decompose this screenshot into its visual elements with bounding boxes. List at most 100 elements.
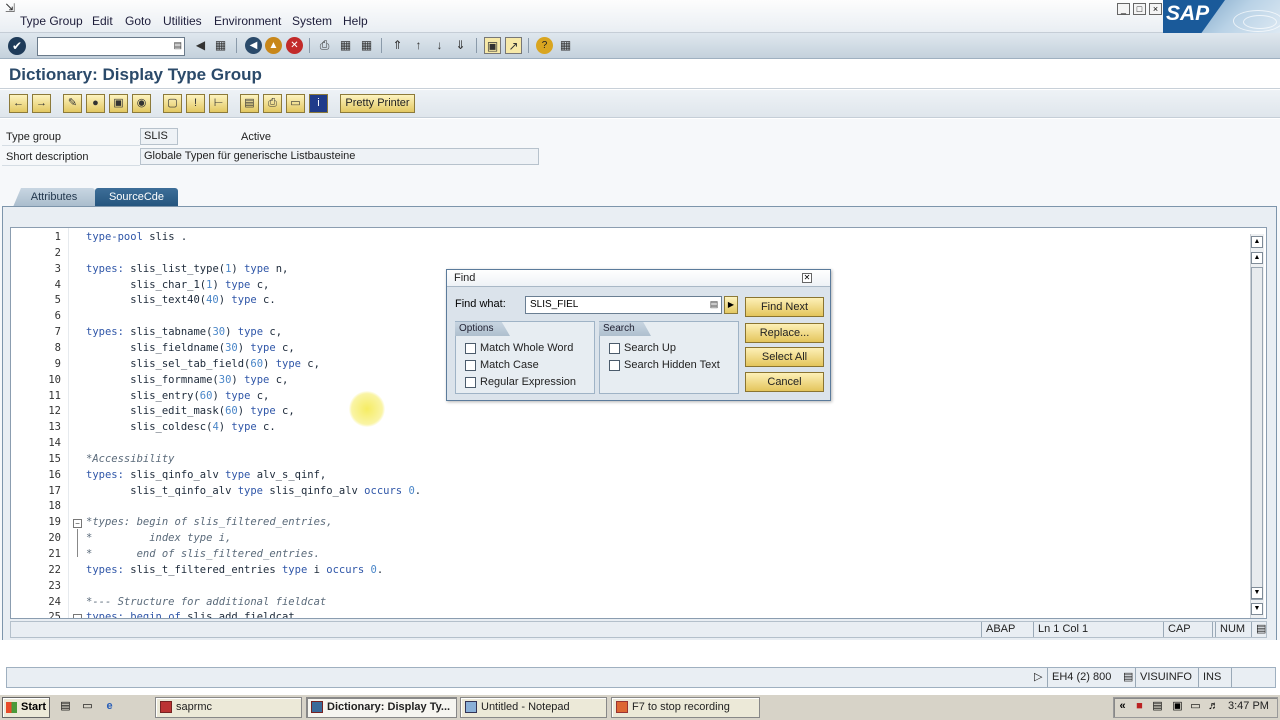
taskbar-item-saprmc[interactable]: saprmc [155, 697, 302, 718]
scroll-top-button[interactable]: ▲ [1251, 236, 1263, 248]
tab-source-code[interactable]: SourceCde [95, 188, 178, 207]
code-line[interactable]: slis_fieldname(30) type c, [86, 342, 294, 354]
code-line[interactable]: * end of slis_filtered_entries. [86, 548, 320, 560]
help-icon[interactable]: ? [536, 37, 553, 54]
search-up-checkbox[interactable] [609, 343, 620, 354]
code-line[interactable]: types: begin of slis_add_fieldcat, [86, 611, 301, 618]
tray-app-icon[interactable]: ▤ [1150, 699, 1165, 714]
menu-type-group[interactable]: Type Group [20, 14, 83, 28]
layout-menu-icon[interactable]: ▦ [557, 37, 574, 54]
fold-toggle-icon[interactable]: − [73, 614, 82, 618]
code-line[interactable]: types: slis_qinfo_alv type alv_s_qinf, [86, 469, 326, 481]
new-session-icon[interactable]: ▣ [484, 37, 501, 54]
find-next-button[interactable]: Find Next [745, 297, 824, 317]
match-whole-word-checkbox[interactable] [465, 343, 476, 354]
code-line[interactable]: *Accessibility [86, 453, 175, 465]
info-icon[interactable]: ! [186, 94, 205, 113]
code-line[interactable]: slis_text40(40) type c. [86, 294, 275, 306]
back-icon[interactable]: ◀ [245, 37, 262, 54]
pretty-printer-button[interactable]: Pretty Printer [340, 94, 415, 113]
code-line[interactable]: slis_edit_mask(60) type c, [86, 405, 294, 417]
find-next-icon[interactable]: ▦ [358, 37, 375, 54]
code-line[interactable]: slis_formname(30) type c, [86, 374, 288, 386]
replace-button[interactable]: Replace... [745, 323, 824, 343]
history-icon[interactable]: ▤ [173, 40, 182, 51]
menu-edit[interactable]: Edit [92, 14, 113, 28]
status-expand-icon[interactable]: ▷ [1030, 668, 1046, 687]
tray-app-icon[interactable]: ■ [1132, 699, 1147, 714]
tray-app-icon[interactable]: ▣ [1170, 699, 1185, 714]
regular-expression-checkbox[interactable] [465, 377, 476, 388]
taskbar-item-dictionary[interactable]: Dictionary: Display Ty... [306, 697, 457, 718]
quicklaunch-icon[interactable]: ▤ [58, 699, 73, 714]
find-what-input[interactable]: SLIS_FIEL [525, 296, 722, 314]
command-field[interactable]: ▤ [37, 37, 185, 56]
check-icon[interactable]: ▣ [109, 94, 128, 113]
menu-system[interactable]: System [292, 14, 332, 28]
print-icon[interactable]: ⎙ [316, 37, 333, 54]
fold-toggle-icon[interactable]: − [73, 519, 82, 529]
cancel-button[interactable]: Cancel [745, 372, 824, 392]
close-button[interactable]: × [1149, 3, 1162, 15]
navigate-icon[interactable]: ▤ [240, 94, 259, 113]
activate-icon[interactable]: ◉ [132, 94, 151, 113]
taskbar-item-notepad[interactable]: Untitled - Notepad [460, 697, 607, 718]
print-source-icon[interactable]: ⎙ [263, 94, 282, 113]
network-icon[interactable]: ▭ [1188, 699, 1203, 714]
first-page-icon[interactable]: ⇑ [389, 37, 406, 54]
search-hidden-text-checkbox[interactable] [609, 360, 620, 371]
system-menu-icon[interactable]: ⇲ [5, 1, 15, 15]
find-icon[interactable]: ▦ [337, 37, 354, 54]
last-page-icon[interactable]: ⇓ [452, 37, 469, 54]
scroll-up-button[interactable]: ▲ [1251, 252, 1263, 264]
tab-attributes[interactable]: Attributes [13, 188, 95, 207]
code-line[interactable]: types: slis_list_type(1) type n, [86, 263, 288, 275]
shortcut-icon[interactable]: ↗ [505, 37, 522, 54]
find-options-arrow-icon[interactable]: ▶ [724, 296, 738, 314]
save-icon[interactable]: ▦ [212, 37, 229, 54]
minimize-button[interactable]: _ [1117, 3, 1130, 15]
exit-icon[interactable]: ▲ [265, 37, 282, 54]
where-used-icon[interactable]: ▢ [163, 94, 182, 113]
fullscreen-icon[interactable]: ▭ [286, 94, 305, 113]
menu-goto[interactable]: Goto [125, 14, 151, 28]
system-info-icon[interactable]: ▤ [1119, 668, 1135, 687]
volume-icon[interactable]: ♬ [1206, 699, 1221, 714]
code-line[interactable]: types: slis_t_filtered_entries type i oc… [86, 564, 383, 576]
editor-settings-icon[interactable]: ▤ [1251, 622, 1267, 637]
cancel-icon[interactable]: ✕ [286, 37, 303, 54]
internet-explorer-icon[interactable]: e [102, 699, 117, 714]
code-line[interactable]: slis_t_qinfo_alv type slis_qinfo_alv occ… [86, 485, 421, 497]
match-case-checkbox[interactable] [465, 360, 476, 371]
code-line[interactable]: *--- Structure for additional fieldcat [86, 596, 326, 608]
menu-help[interactable]: Help [343, 14, 368, 28]
forward-arrow-icon[interactable]: → [32, 94, 51, 113]
other-object-icon[interactable]: ● [86, 94, 105, 113]
menu-utilities[interactable]: Utilities [163, 14, 202, 28]
code-line[interactable]: * index type i, [86, 532, 231, 544]
next-page-icon[interactable]: ↓ [431, 37, 448, 54]
maximize-button[interactable]: □ [1133, 3, 1146, 15]
code-line[interactable]: slis_entry(60) type c, [86, 390, 269, 402]
code-line[interactable]: types: slis_tabname(30) type c, [86, 326, 282, 338]
history-icon[interactable]: ▤ [709, 299, 719, 310]
enter-check-icon[interactable]: ✔ [8, 37, 26, 55]
scroll-down-button[interactable]: ▼ [1251, 587, 1263, 599]
code-line[interactable]: slis_char_1(1) type c, [86, 279, 269, 291]
scroll-bottom-button[interactable]: ▼ [1251, 603, 1263, 615]
code-line[interactable]: type-pool slis . [86, 231, 187, 243]
information-icon[interactable]: i [309, 94, 328, 113]
menu-environment[interactable]: Environment [214, 14, 281, 28]
back-arrow-icon[interactable]: ← [9, 94, 28, 113]
previous-page-icon[interactable]: ↑ [410, 37, 427, 54]
display-change-icon[interactable]: ✎ [63, 94, 82, 113]
code-line[interactable]: slis_sel_tab_field(60) type c, [86, 358, 320, 370]
code-line[interactable]: *types: begin of slis_filtered_entries, [86, 516, 333, 528]
taskbar-item-recording[interactable]: F7 to stop recording [611, 697, 760, 718]
scrollbar-thumb[interactable] [1251, 267, 1263, 600]
code-line[interactable]: slis_coldesc(4) type c. [86, 421, 275, 433]
hierarchy-icon[interactable]: ⊢ [209, 94, 228, 113]
select-all-button[interactable]: Select All [745, 347, 824, 367]
show-desktop-icon[interactable]: ▭ [80, 699, 95, 714]
collapse-icon[interactable]: ◀ [192, 37, 209, 54]
